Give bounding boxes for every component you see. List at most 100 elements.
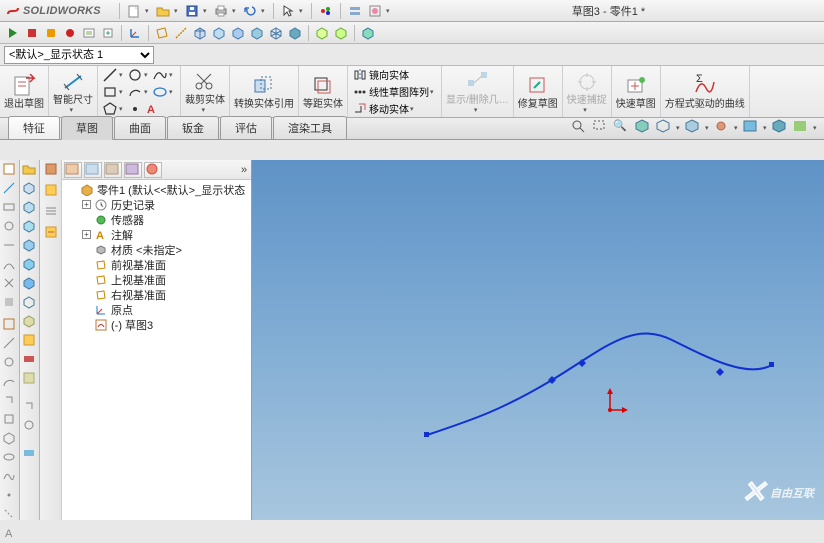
s5[interactable] [22, 257, 38, 273]
t10[interactable] [2, 374, 18, 390]
collapse-icon[interactable]: » [237, 164, 251, 176]
scene-button[interactable] [742, 119, 762, 137]
smart-dimension-button[interactable]: 智能尺寸 ▾ [49, 66, 98, 117]
play-macro-button[interactable] [4, 24, 22, 42]
quick-snap-button[interactable]: 快速捕捉 ▾ [563, 66, 612, 117]
new-button[interactable] [125, 2, 143, 20]
dropdown-icon[interactable]: ▾ [474, 106, 481, 114]
move-icon[interactable] [352, 101, 368, 117]
zoom-area-button[interactable] [592, 119, 612, 137]
section-view-button[interactable] [634, 119, 654, 137]
cube2-button[interactable] [332, 24, 350, 42]
t16[interactable] [2, 488, 18, 504]
s6[interactable] [22, 276, 38, 292]
s7[interactable] [22, 295, 38, 311]
s8[interactable] [22, 314, 38, 330]
tab-sketch[interactable]: 草图 [61, 116, 113, 140]
view-orient-button[interactable] [655, 119, 675, 137]
tree-tab-4[interactable] [124, 162, 142, 178]
shaded-button[interactable] [286, 24, 304, 42]
expand-icon[interactable]: + [82, 230, 91, 239]
stop-macro-button[interactable] [23, 24, 41, 42]
tree-history[interactable]: +历史记录 [64, 197, 251, 212]
dropdown-icon[interactable]: ▾ [232, 7, 239, 15]
render-button[interactable] [792, 119, 812, 137]
dropdown-icon[interactable]: ▾ [145, 7, 152, 15]
s14[interactable] [22, 446, 38, 462]
t11[interactable] [2, 393, 18, 409]
tree-tab-1[interactable] [64, 162, 82, 178]
prev-view-button[interactable]: 🔍 [613, 119, 633, 137]
new-macro-button[interactable] [99, 24, 117, 42]
tree-root[interactable]: 零件1 (默认<<默认>_显示状态 [64, 182, 251, 197]
fm4[interactable] [44, 225, 58, 242]
s11[interactable] [22, 371, 38, 387]
s3[interactable] [22, 219, 38, 235]
fm3[interactable] [44, 204, 58, 221]
select-button[interactable] [279, 2, 297, 20]
spline-icon[interactable] [152, 67, 168, 83]
t1[interactable] [2, 200, 18, 216]
ellipse-icon[interactable] [152, 84, 168, 100]
trim-button[interactable]: 裁剪实体 ▾ [181, 66, 230, 117]
display-state-select[interactable]: <默认>_显示状态 1 [4, 46, 154, 64]
record-icon[interactable] [61, 24, 79, 42]
s1[interactable] [22, 181, 38, 197]
fm1[interactable] [44, 162, 58, 179]
tab-sheetmetal[interactable]: 钣金 [167, 116, 219, 139]
wireframe-button[interactable] [267, 24, 285, 42]
mirror-icon[interactable] [352, 67, 368, 83]
dropdown-icon[interactable]: ▾ [174, 7, 181, 15]
tree-material[interactable]: 材质 <未指定> [64, 242, 251, 257]
s12[interactable] [22, 399, 38, 415]
s9[interactable] [22, 333, 38, 349]
iso4-button[interactable] [248, 24, 266, 42]
t6[interactable] [2, 295, 18, 311]
t3[interactable] [2, 238, 18, 254]
circle-icon[interactable] [127, 67, 143, 83]
tree-annotations[interactable]: +A注解 [64, 227, 251, 242]
rebuild-button[interactable] [317, 2, 335, 20]
s13[interactable] [22, 418, 38, 434]
dropdown-icon[interactable]: ▾ [261, 7, 268, 15]
rapid-sketch-button[interactable]: 快速草图 [612, 66, 661, 117]
origin-triad-button[interactable] [126, 24, 144, 42]
t13[interactable] [2, 431, 18, 447]
tab-evaluate[interactable]: 评估 [220, 116, 272, 139]
record-macro-button[interactable] [42, 24, 60, 42]
t9[interactable] [2, 355, 18, 371]
viewcube-button[interactable] [771, 119, 791, 137]
dropdown-icon[interactable]: ▾ [299, 7, 306, 15]
iso3-button[interactable] [229, 24, 247, 42]
repair-sketch-button[interactable]: 修复草图 [514, 66, 563, 117]
line-icon[interactable] [102, 67, 118, 83]
rectangle-icon[interactable] [102, 84, 118, 100]
arc-icon[interactable] [127, 84, 143, 100]
t14[interactable] [2, 450, 18, 466]
t8[interactable] [2, 336, 18, 352]
s2[interactable] [22, 200, 38, 216]
tree-sketch3[interactable]: (-) 草图3 [64, 317, 251, 332]
s4[interactable] [22, 238, 38, 254]
graphics-viewport[interactable]: ✕ 自由互联 [252, 160, 824, 520]
ref-plane-button[interactable] [153, 24, 171, 42]
sketch-btn[interactable] [2, 162, 18, 178]
iso1-button[interactable] [191, 24, 209, 42]
text-icon[interactable]: A [144, 101, 160, 117]
tree-tab-5[interactable] [144, 162, 162, 178]
dropdown-icon[interactable]: ▾ [70, 106, 77, 114]
tree-tab-3[interactable] [104, 162, 122, 178]
spline-curve[interactable] [252, 160, 822, 520]
ref-axis-button[interactable] [172, 24, 190, 42]
dim-btn[interactable] [2, 181, 18, 197]
tree-origin[interactable]: 原点 [64, 302, 251, 317]
display-delete-button[interactable]: 显示/删除几… ▾ [442, 66, 514, 117]
t5[interactable] [2, 276, 18, 292]
pattern-icon[interactable] [352, 84, 368, 100]
open-button[interactable] [154, 2, 172, 20]
cube1-button[interactable] [313, 24, 331, 42]
offset-button[interactable]: 等距实体 [299, 66, 348, 117]
t4[interactable] [2, 257, 18, 273]
tree-right-plane[interactable]: 右视基准面 [64, 287, 251, 302]
expand-icon[interactable]: + [82, 200, 91, 209]
